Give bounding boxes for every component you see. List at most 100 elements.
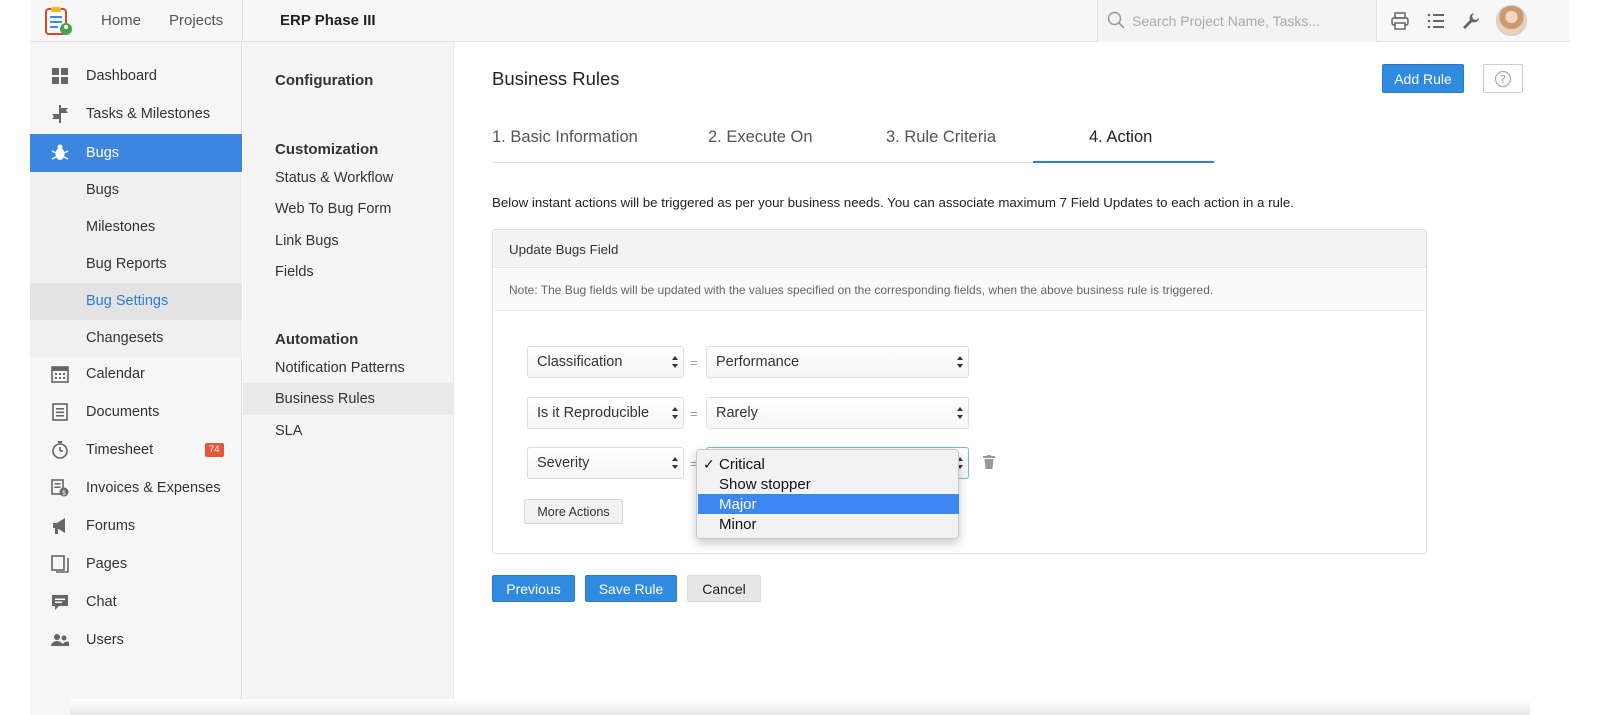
page-title: Business Rules bbox=[492, 68, 620, 89]
calendar-icon bbox=[51, 366, 69, 383]
field-select-reproducible[interactable]: Is it Reproducible bbox=[527, 397, 684, 429]
option-label: Minor bbox=[719, 516, 757, 533]
more-actions-button[interactable]: More Actions bbox=[524, 499, 623, 524]
cancel-button[interactable]: Cancel bbox=[687, 575, 761, 602]
subitem-label: Milestones bbox=[86, 219, 156, 235]
sidebar-item-documents[interactable]: Documents bbox=[30, 393, 242, 431]
configuration-title: Configuration bbox=[275, 72, 374, 89]
subitem-bugs[interactable]: Bugs bbox=[30, 172, 242, 209]
sidebar-item-label: Chat bbox=[86, 594, 117, 610]
main-content: Business Rules Add Rule ? 1. Basic Infor… bbox=[455, 42, 1570, 715]
config-link-sla[interactable]: SLA bbox=[243, 415, 454, 447]
user-avatar[interactable] bbox=[1496, 5, 1527, 36]
users-icon bbox=[51, 634, 69, 646]
svg-text:$: $ bbox=[62, 489, 66, 497]
sidebar-item-chat[interactable]: Chat bbox=[30, 583, 242, 621]
previous-button[interactable]: Previous bbox=[492, 575, 575, 602]
subitem-label: Bug Settings bbox=[86, 293, 169, 309]
top-bar: Home Projects ERP Phase III bbox=[30, 0, 1570, 42]
customization-heading: Customization bbox=[275, 141, 379, 158]
nav-home-link[interactable]: Home bbox=[101, 12, 141, 29]
equals-sign: = bbox=[690, 355, 698, 370]
list-icon[interactable] bbox=[1426, 11, 1446, 31]
config-link-label: Notification Patterns bbox=[275, 360, 405, 376]
sidebar-item-label: Forums bbox=[86, 518, 136, 534]
select-value: Classification bbox=[537, 354, 623, 370]
select-value: Is it Reproducible bbox=[537, 405, 650, 421]
config-link-notification-patterns[interactable]: Notification Patterns bbox=[243, 352, 454, 384]
tab-action[interactable]: 4. Action bbox=[1033, 122, 1214, 163]
value-select-performance[interactable]: Performance bbox=[706, 346, 969, 378]
severity-dropdown-menu: ✓ Critical Show stopper Major Minor bbox=[696, 449, 959, 539]
select-value: Severity bbox=[537, 455, 590, 471]
value-select-rarely[interactable]: Rarely bbox=[706, 397, 969, 429]
subitem-label: Changesets bbox=[86, 330, 164, 346]
config-link-label: Web To Bug Form bbox=[275, 201, 392, 217]
main-sidebar: Dashboard Tasks & Milestones Bugs Bugs M… bbox=[30, 42, 242, 715]
dropdown-option-critical[interactable]: ✓ Critical bbox=[698, 454, 959, 474]
wizard-tabs: 1. Basic Information 2. Execute On 3. Ru… bbox=[492, 122, 1214, 163]
config-link-link-bugs[interactable]: Link Bugs bbox=[243, 225, 454, 257]
svg-text:?: ? bbox=[1500, 73, 1506, 86]
app-logo-icon[interactable] bbox=[42, 5, 74, 37]
subitem-bug-reports[interactable]: Bug Reports bbox=[30, 246, 242, 283]
nav-projects-link[interactable]: Projects bbox=[169, 12, 223, 29]
divider bbox=[242, 0, 243, 42]
help-button[interactable]: ? bbox=[1483, 64, 1523, 93]
subitem-bug-settings[interactable]: Bug Settings bbox=[30, 283, 242, 320]
megaphone-icon bbox=[53, 518, 65, 534]
sidebar-item-bugs[interactable]: Bugs bbox=[30, 134, 242, 172]
chat-icon bbox=[52, 595, 68, 610]
checkmark-icon: ✓ bbox=[703, 456, 715, 472]
dropdown-option-show-stopper[interactable]: Show stopper bbox=[698, 474, 959, 494]
project-title[interactable]: ERP Phase III bbox=[280, 12, 376, 29]
sidebar-item-timesheet[interactable]: Timesheet 74 bbox=[30, 431, 242, 469]
tab-label: 1. Basic Information bbox=[492, 128, 638, 146]
action-description: Below instant actions will be triggered … bbox=[492, 195, 1294, 210]
updown-arrow-icon bbox=[957, 407, 963, 419]
config-link-status-workflow[interactable]: Status & Workflow bbox=[243, 162, 454, 194]
automation-heading: Automation bbox=[275, 331, 359, 348]
timesheet-count-badge: 74 bbox=[205, 443, 224, 457]
panel-header: Update Bugs Field bbox=[493, 230, 1426, 268]
dropdown-option-major[interactable]: Major bbox=[698, 494, 959, 514]
config-link-label: Link Bugs bbox=[275, 233, 339, 249]
documents-icon bbox=[52, 403, 68, 421]
config-link-web-to-bug-form[interactable]: Web To Bug Form bbox=[243, 193, 454, 225]
sidebar-item-invoices[interactable]: $ Invoices & Expenses bbox=[30, 469, 242, 507]
search-input[interactable] bbox=[1132, 11, 1367, 31]
select-value: Performance bbox=[716, 354, 800, 370]
sidebar-item-dashboard[interactable]: Dashboard bbox=[30, 57, 242, 95]
option-label: Critical bbox=[719, 456, 765, 473]
sidebar-item-calendar[interactable]: Calendar bbox=[30, 355, 242, 393]
config-link-business-rules[interactable]: Business Rules bbox=[243, 383, 454, 415]
field-select-classification[interactable]: Classification bbox=[527, 346, 684, 378]
app-window: Home Projects ERP Phase III Search Proje… bbox=[30, 0, 1570, 715]
tab-execute-on[interactable]: 2. Execute On bbox=[708, 122, 868, 163]
subitem-milestones[interactable]: Milestones bbox=[30, 209, 242, 246]
equals-sign: = bbox=[690, 406, 698, 421]
trash-icon[interactable] bbox=[983, 455, 995, 469]
tab-label: 2. Execute On bbox=[708, 128, 813, 146]
config-link-fields[interactable]: Fields bbox=[243, 256, 454, 288]
configuration-sidebar: Configuration Customization Status & Wor… bbox=[243, 42, 454, 715]
panel-note-text: Note: The Bug fields will be updated wit… bbox=[509, 283, 1214, 297]
sidebar-item-tasks[interactable]: Tasks & Milestones bbox=[30, 95, 242, 133]
updown-arrow-icon bbox=[672, 457, 678, 469]
add-rule-button[interactable]: Add Rule bbox=[1382, 64, 1464, 93]
dropdown-option-minor[interactable]: Minor bbox=[698, 514, 959, 534]
select-value: Rarely bbox=[716, 405, 758, 421]
tab-basic-information[interactable]: 1. Basic Information bbox=[492, 122, 692, 163]
sidebar-item-users[interactable]: Users bbox=[30, 621, 242, 659]
updown-arrow-icon bbox=[672, 356, 678, 368]
print-icon[interactable] bbox=[1390, 11, 1410, 31]
save-rule-button[interactable]: Save Rule bbox=[585, 575, 677, 602]
sidebar-item-pages[interactable]: Pages bbox=[30, 545, 242, 583]
sidebar-item-forums[interactable]: Forums bbox=[30, 507, 242, 545]
search-icon bbox=[1107, 11, 1125, 29]
dashboard-icon bbox=[52, 68, 68, 84]
wrench-icon[interactable] bbox=[1461, 11, 1481, 31]
subitem-changesets[interactable]: Changesets bbox=[30, 320, 242, 357]
tab-rule-criteria[interactable]: 3. Rule Criteria bbox=[886, 122, 1036, 163]
field-select-severity[interactable]: Severity bbox=[527, 447, 684, 479]
